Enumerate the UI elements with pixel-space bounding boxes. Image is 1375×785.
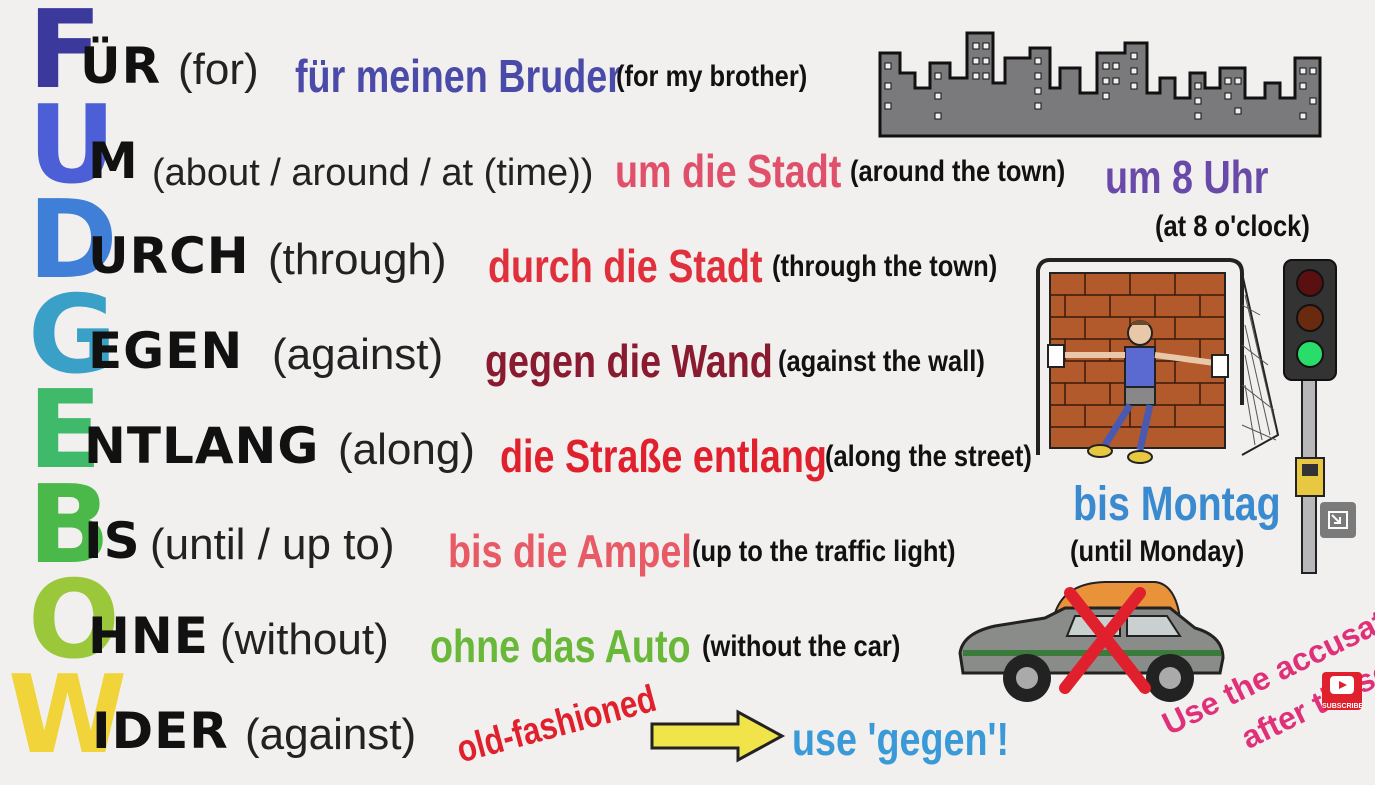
example-translation: (for my brother) <box>616 60 808 93</box>
preposition-row-ohne: O HNE (without) ohne das Auto (without the c… <box>0 567 1100 675</box>
german-example: ohne das Auto <box>430 620 691 672</box>
bis-montag-translation: (until Monday) <box>1070 535 1245 568</box>
arrow-right-icon <box>650 709 786 763</box>
english-meaning: (along) <box>338 425 475 474</box>
preposition-row-durch: D URCH (through) durch die Stadt (through th… <box>0 187 1100 295</box>
play-icon <box>1330 676 1354 694</box>
example-translation: (through the town) <box>772 250 998 283</box>
preposition-rest: IDER <box>92 702 229 760</box>
english-meaning: (for) <box>178 45 259 94</box>
german-example: um die Stadt <box>615 145 842 197</box>
subscribe-button[interactable]: SUBSCRIBE <box>1322 672 1364 710</box>
preposition-row-bis: B IS (until / up to) bis die Ampel (up to th… <box>0 472 1100 580</box>
um-8-uhr-translation: (at 8 o'clock) <box>1155 210 1310 243</box>
use-gegen-text: use 'gegen'! <box>792 713 1010 765</box>
preposition-row-um: U M (about / around / at (time)) um die Sta… <box>0 92 1100 200</box>
subscribe-label: SUBSCRIBE <box>1322 703 1364 710</box>
minimize-player-button[interactable] <box>1320 502 1356 538</box>
english-meaning: (without) <box>220 615 389 664</box>
preposition-row-fuer: F ÜR (for) für meinen Bruder (for my brother… <box>0 0 1100 105</box>
um-8-uhr-text: um 8 Uhr <box>1105 151 1269 203</box>
example-translation: (without the car) <box>702 630 901 663</box>
picture-in-picture-icon <box>1328 511 1348 529</box>
german-example: gegen die Wand <box>485 335 773 387</box>
german-example: durch die Stadt <box>488 240 763 292</box>
example-translation: (up to the traffic light) <box>692 535 956 568</box>
preposition-rest: EGEN <box>88 322 244 380</box>
bis-montag-text: bis Montag <box>1073 478 1281 531</box>
english-meaning: (until / up to) <box>150 520 395 569</box>
example-translation: (against the wall) <box>778 345 985 378</box>
german-example: die Straße entlang <box>500 430 827 482</box>
example-translation: (around the town) <box>850 155 1066 188</box>
english-meaning: (against) <box>245 710 417 759</box>
english-meaning: (against) <box>272 330 444 379</box>
german-example: für meinen Bruder <box>295 50 622 102</box>
english-meaning: (about / around / at (time)) <box>152 152 594 194</box>
english-meaning: (through) <box>268 235 447 284</box>
german-example: bis die Ampel <box>448 525 692 577</box>
preposition-rest: NTLANG <box>84 417 320 475</box>
example-translation: (along the street) <box>825 440 1032 473</box>
preposition-row-entlang: E NTLANG (along) die Straße entlang (along t… <box>0 377 1100 485</box>
preposition-row-gegen: G EGEN (against) gegen die Wand (against the… <box>0 282 1100 390</box>
